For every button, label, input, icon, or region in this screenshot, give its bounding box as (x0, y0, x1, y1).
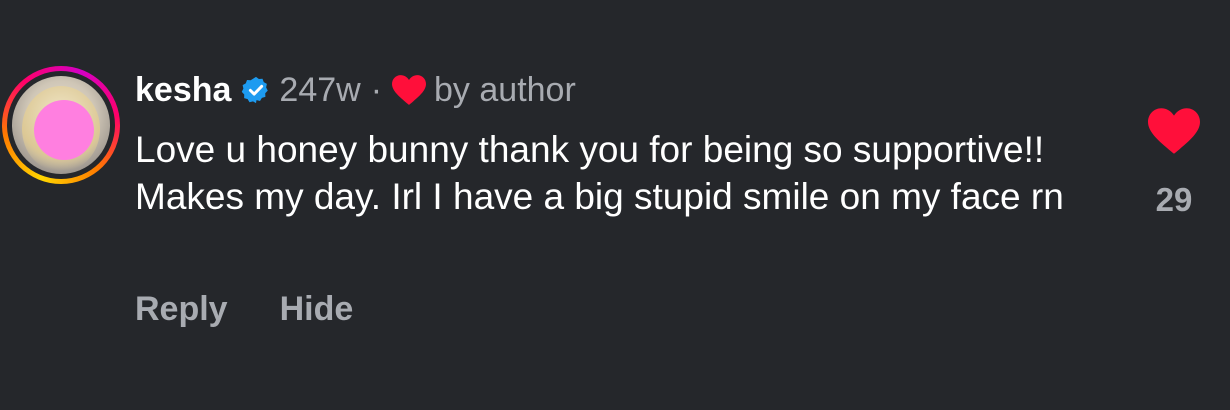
like-control: 29 (1146, 108, 1202, 220)
like-heart-icon[interactable] (1148, 108, 1200, 154)
comment-age: 247w (279, 70, 361, 109)
avatar-face-mask (34, 100, 94, 160)
verified-badge-icon (242, 76, 269, 104)
separator-dot: · (370, 70, 383, 109)
comment-actions: Reply Hide (135, 290, 353, 329)
username[interactable]: kesha (135, 71, 231, 110)
avatar[interactable] (12, 76, 110, 174)
reply-button[interactable]: Reply (135, 290, 228, 329)
comment: kesha 247w · by author Love u honey bunn… (0, 0, 1230, 410)
story-ring[interactable] (2, 66, 120, 184)
comment-text: Love u honey bunny thank you for being s… (135, 129, 1064, 217)
like-count: 29 (1155, 181, 1193, 218)
avatar-ring-gap (7, 71, 115, 179)
author-liked-heart-icon (392, 75, 427, 105)
comment-header: kesha 247w · by author (135, 70, 576, 110)
hide-button[interactable]: Hide (280, 290, 354, 329)
liked-by-author-label: by author (434, 70, 576, 109)
